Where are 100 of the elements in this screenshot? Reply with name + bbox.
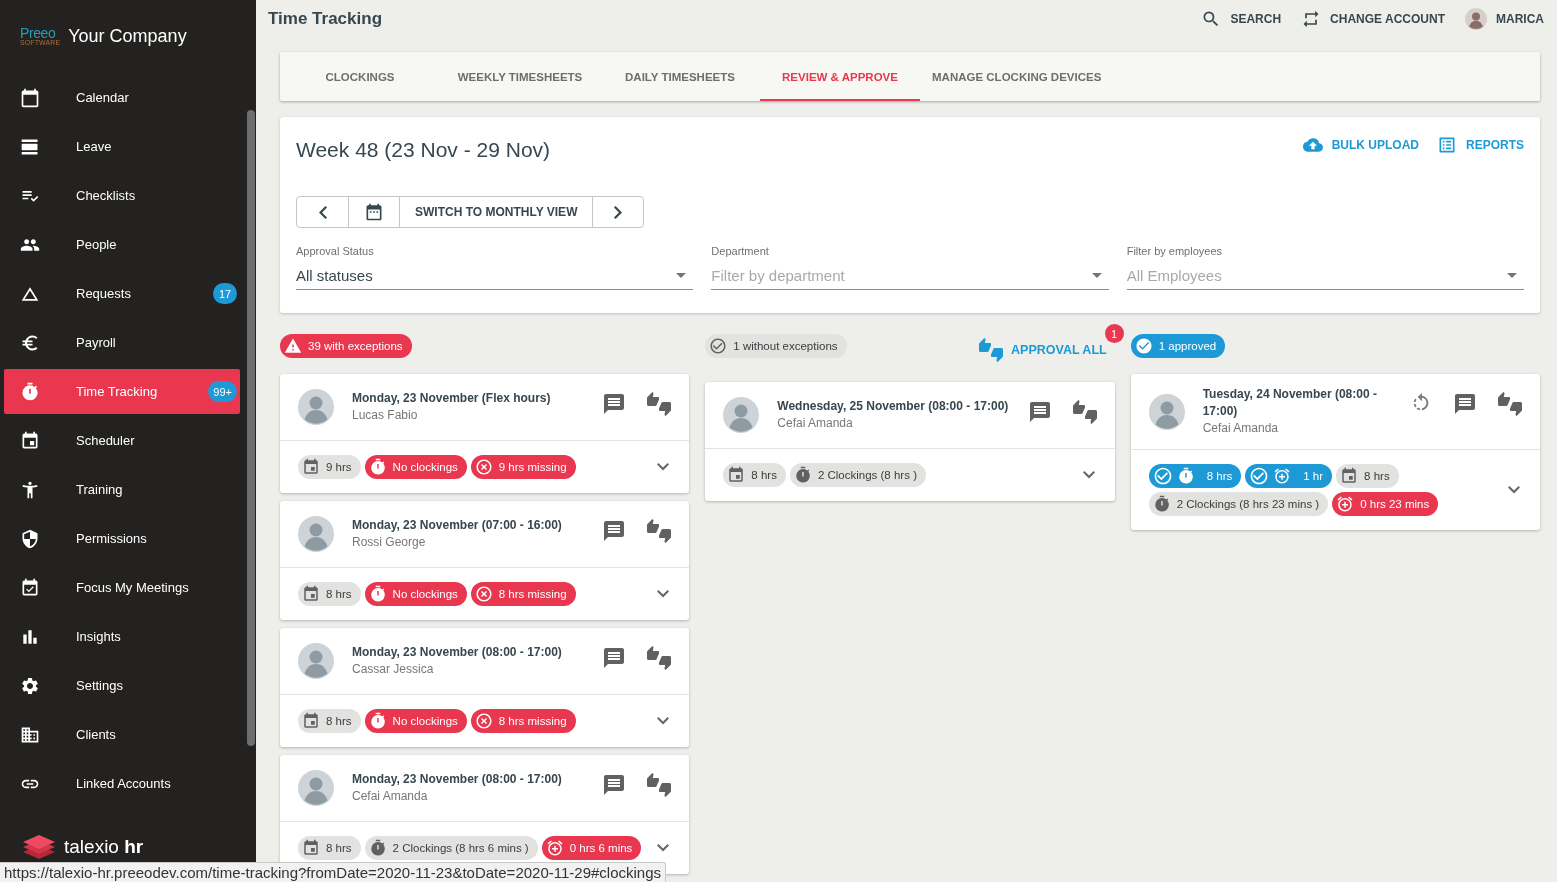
chevron-left-icon (318, 205, 327, 219)
calendar-icon (1340, 467, 1359, 485)
thumbs-up-down-icon (1498, 392, 1522, 416)
tab[interactable]: WEEKLY TIMESHEETS (440, 52, 600, 101)
week-title: Week 48 (23 Nov - 29 Nov) (296, 137, 551, 163)
employee-name: Cefai Amanda (352, 788, 429, 805)
nav-item[interactable]: Linked Accounts (4, 761, 240, 806)
employee-name: Lucas Fabio (352, 407, 419, 424)
employee-name: Cassar Jessica (352, 661, 435, 678)
dropdown-arrow-icon (676, 272, 687, 278)
expand-button[interactable] (657, 844, 670, 852)
nav-item[interactable]: Checklists (4, 173, 240, 218)
comment-icon (1027, 400, 1052, 424)
chip-text: 1 without exceptions (733, 340, 838, 352)
comment-icon (602, 773, 627, 797)
comment-button[interactable] (602, 519, 627, 543)
approve-reject-button[interactable] (647, 646, 672, 670)
select-field[interactable]: Department Filter by department (711, 245, 1109, 290)
tab[interactable]: MANAGE CLOCKING DEVICES (920, 52, 1114, 101)
nav-item[interactable]: Insights (4, 614, 240, 659)
tab[interactable]: DAILY TIMESHEETS (600, 52, 760, 101)
person-icon (20, 479, 40, 500)
nav-item[interactable]: Scheduler (4, 418, 240, 463)
approve-reject-button[interactable] (647, 519, 672, 543)
change-account-button[interactable]: CHANGE ACCOUNT (1301, 9, 1445, 29)
expand-button[interactable] (1508, 486, 1520, 494)
chip-text: 8 hrs (326, 715, 352, 727)
approve-reject-button[interactable] (1498, 392, 1522, 416)
account-button[interactable]: MARICA (1465, 8, 1544, 30)
dropdown-arrow-icon (1507, 272, 1517, 278)
nav-item[interactable]: Payroll (4, 320, 240, 365)
nav-item[interactable]: Requests 17 (4, 271, 240, 316)
search-button[interactable]: SEARCH (1201, 9, 1282, 29)
chip-text: 39 with exceptions (308, 340, 403, 352)
comment-button[interactable] (602, 392, 627, 416)
thumbs-up-down-icon (647, 646, 672, 670)
nav-item[interactable]: Time Tracking 99+ (4, 369, 240, 414)
approve-reject-button[interactable] (1072, 400, 1097, 424)
logo-wordmark: Preeo (20, 26, 56, 39)
expand-button[interactable] (657, 463, 670, 471)
approve-reject-button[interactable] (647, 392, 672, 416)
nav-item[interactable]: Training (4, 467, 240, 512)
avatar-placeholder (1465, 8, 1487, 30)
thumbs-up-down-icon (979, 338, 1004, 362)
comment-button[interactable] (602, 773, 627, 797)
comment-button[interactable] (1453, 392, 1477, 416)
chip-text: 0 hrs 6 mins (569, 842, 633, 854)
stopwatch-icon (368, 458, 387, 476)
avatar-placeholder (723, 397, 760, 433)
nav-item[interactable]: People (4, 222, 240, 267)
alarm-plus-icon (545, 839, 564, 857)
chip-text: 2 Clockings (8 hrs ) (817, 469, 917, 481)
chip-text: 8 hrs (751, 469, 777, 481)
dropdown-arrow-icon (1091, 272, 1102, 278)
calendar-icon (727, 466, 746, 484)
count-badge: 99+ (208, 381, 237, 402)
chevron-down-icon (657, 463, 670, 471)
expand-button[interactable] (657, 590, 670, 598)
employee-name: Rossi George (352, 534, 427, 551)
nav-item[interactable]: Leave (4, 124, 240, 169)
tab[interactable]: REVIEW & APPROVE (760, 52, 920, 101)
avatar-placeholder (298, 516, 334, 552)
chevron-down-icon (657, 590, 670, 598)
scrollbar[interactable] (247, 110, 255, 746)
thumbs-up-down-icon (1072, 400, 1097, 424)
status-bar-url: https://talexio-hr.preeodev.com/time-tracking?fromDate=2020-11-23&toDate=2020-11-29#clockings (0, 862, 667, 882)
chip-text: 8 hrs missing (498, 588, 567, 600)
chip-text: 9 hrs (326, 461, 352, 473)
chevron-down-icon (657, 717, 670, 725)
thumbs-up-down-icon (647, 519, 672, 543)
calendar-icon (20, 430, 40, 451)
chip-text: No clockings (392, 461, 458, 473)
page-title: Time Tracking (268, 9, 382, 29)
tab[interactable]: CLOCKINGS (280, 52, 440, 101)
employee-name: Cefai Amanda (1202, 420, 1280, 437)
stopwatch-icon (20, 381, 40, 402)
comment-button[interactable] (1027, 400, 1052, 424)
approve-reject-button[interactable] (647, 773, 672, 797)
comment-button[interactable] (602, 646, 627, 670)
shift-title: Monday, 23 November (08:00 - 17:00) (352, 771, 563, 788)
employee-name: Cefai Amanda (777, 415, 854, 432)
select-field[interactable]: Approval Status All statuses (296, 245, 694, 290)
chip-text: 8 hrs (1364, 470, 1390, 482)
nav-item[interactable]: Settings (4, 663, 240, 708)
chip-text: 8 hrs (326, 588, 352, 600)
expand-button[interactable] (1082, 471, 1095, 479)
nav-item[interactable]: Focus My Meetings (4, 565, 240, 610)
chevron-down-icon (657, 844, 670, 852)
comment-icon (1453, 392, 1477, 416)
nav-item[interactable]: Calendar (4, 75, 240, 120)
nav-item[interactable]: Clients (4, 712, 240, 757)
chip-text: 1 approved (1158, 340, 1217, 352)
cloud-upload-icon (1302, 135, 1323, 155)
view-switch-button[interactable]: SWITCH TO MONTHLY VIEW (399, 197, 593, 227)
alarm-plus-icon (1273, 467, 1292, 485)
expand-button[interactable] (657, 717, 670, 725)
nav-item[interactable]: Permissions (4, 516, 240, 561)
select-field[interactable]: Filter by employees All Employees (1126, 245, 1524, 290)
calendar-icon (302, 458, 320, 476)
avatar-placeholder (298, 770, 334, 806)
